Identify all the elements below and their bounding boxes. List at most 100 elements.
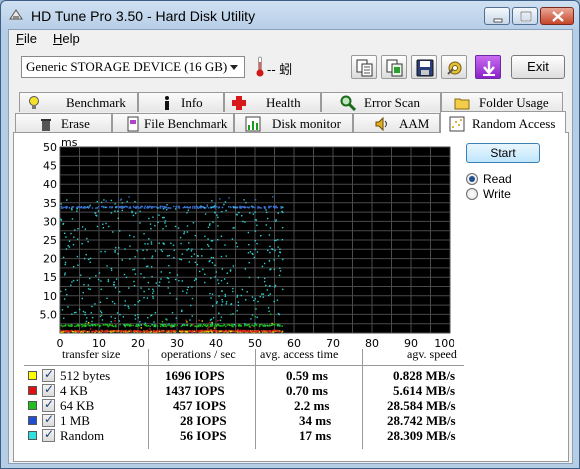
tab-aam[interactable]: AAM (353, 113, 440, 133)
copy-text-button[interactable] (381, 55, 407, 79)
data-point (105, 200, 107, 202)
maximize-icon (520, 11, 532, 22)
copy-info-button[interactable] (351, 55, 377, 79)
data-point (150, 266, 153, 268)
data-point (160, 249, 163, 251)
data-point (275, 239, 277, 241)
row-checkbox[interactable] (42, 367, 55, 382)
data-point (248, 276, 251, 279)
table-row: Random 56 IOPS 17 ms 28.309 MB/s (24, 427, 464, 443)
data-point (63, 298, 66, 300)
tab-benchmark[interactable]: Benchmark (19, 92, 138, 112)
data-point (276, 330, 279, 332)
data-point (236, 330, 238, 332)
data-point (266, 249, 269, 252)
tab-health[interactable]: Health (224, 92, 321, 112)
data-point (204, 273, 206, 275)
data-point (138, 207, 140, 209)
data-point (163, 243, 165, 245)
data-point (167, 287, 169, 289)
data-point (94, 212, 97, 214)
row-checkbox[interactable] (42, 397, 55, 412)
data-point (110, 212, 113, 214)
data-point (279, 251, 281, 253)
close-window-button[interactable] (540, 7, 574, 25)
menu-bar: File Help (9, 30, 572, 48)
data-point (188, 261, 191, 263)
save-button[interactable] (411, 55, 437, 79)
data-point (198, 319, 200, 322)
data-point (224, 201, 227, 203)
row-checkbox[interactable] (42, 412, 55, 427)
data-point (189, 206, 191, 209)
data-point (236, 214, 238, 216)
data-point (236, 245, 239, 248)
data-point (96, 225, 99, 228)
menu-file-label: ile (23, 31, 37, 46)
data-point (204, 330, 206, 332)
random-access-icon (449, 116, 465, 132)
data-point (87, 241, 89, 243)
x-tick-label: 20 (131, 337, 145, 347)
download-button[interactable] (475, 55, 501, 79)
data-point (155, 330, 157, 333)
menu-help[interactable]: Help (53, 31, 80, 46)
data-point (269, 245, 271, 248)
start-button[interactable]: Start (466, 143, 540, 163)
header-divider (24, 365, 464, 366)
data-point (154, 250, 157, 252)
tab-folder-usage[interactable]: Folder Usage (441, 92, 563, 112)
tab-aam-label: AAM (399, 116, 430, 131)
row-checkbox[interactable] (42, 427, 55, 442)
data-point (225, 209, 227, 212)
minimize-button[interactable] (484, 7, 510, 25)
data-point (160, 278, 162, 280)
data-point (242, 206, 245, 208)
data-point (74, 325, 76, 328)
data-point (84, 313, 86, 316)
data-point (110, 267, 113, 270)
data-point (249, 251, 252, 253)
tab-disk-monitor[interactable]: Disk monitor (234, 113, 353, 133)
data-point (68, 330, 70, 333)
tab-random-access[interactable]: Random Access (440, 111, 566, 133)
y-tick-label: 5.0 (40, 308, 58, 321)
read-radio[interactable]: Read (466, 172, 566, 186)
maximize-button[interactable] (512, 7, 538, 25)
tab-file-benchmark[interactable]: File Benchmark (112, 113, 234, 133)
data-point (84, 322, 87, 325)
device-dropdown[interactable]: Generic STORAGE DEVICE (16 GB) (21, 56, 245, 78)
data-point (209, 223, 211, 225)
data-point (192, 205, 194, 208)
data-point (266, 330, 268, 332)
data-point (236, 294, 239, 297)
row-ops: 56 IOPS (180, 428, 227, 443)
data-point (152, 295, 154, 298)
tab-info[interactable]: Info (138, 92, 224, 112)
menu-file[interactable]: File (16, 31, 37, 46)
data-point (90, 312, 92, 314)
data-point (71, 209, 73, 211)
options-button[interactable] (441, 55, 467, 79)
tab-erase[interactable]: Erase (15, 113, 112, 133)
header-operations: operations / sec (161, 347, 236, 361)
data-point (217, 279, 219, 281)
data-point (113, 284, 115, 286)
data-point (96, 200, 98, 203)
data-point (73, 236, 75, 238)
data-point (128, 196, 130, 198)
data-point (110, 330, 113, 332)
bulb-icon (29, 96, 39, 109)
data-point (144, 205, 146, 208)
data-point (275, 219, 277, 221)
data-point (111, 325, 113, 327)
write-radio[interactable]: Write (466, 187, 566, 201)
data-point (222, 325, 224, 327)
data-point (128, 307, 130, 309)
data-point (152, 330, 154, 333)
tab-error-scan[interactable]: Error Scan (321, 92, 441, 112)
data-point (132, 205, 135, 208)
exit-button[interactable]: Exit (511, 55, 565, 79)
data-point (153, 325, 156, 327)
row-checkbox[interactable] (42, 382, 55, 397)
